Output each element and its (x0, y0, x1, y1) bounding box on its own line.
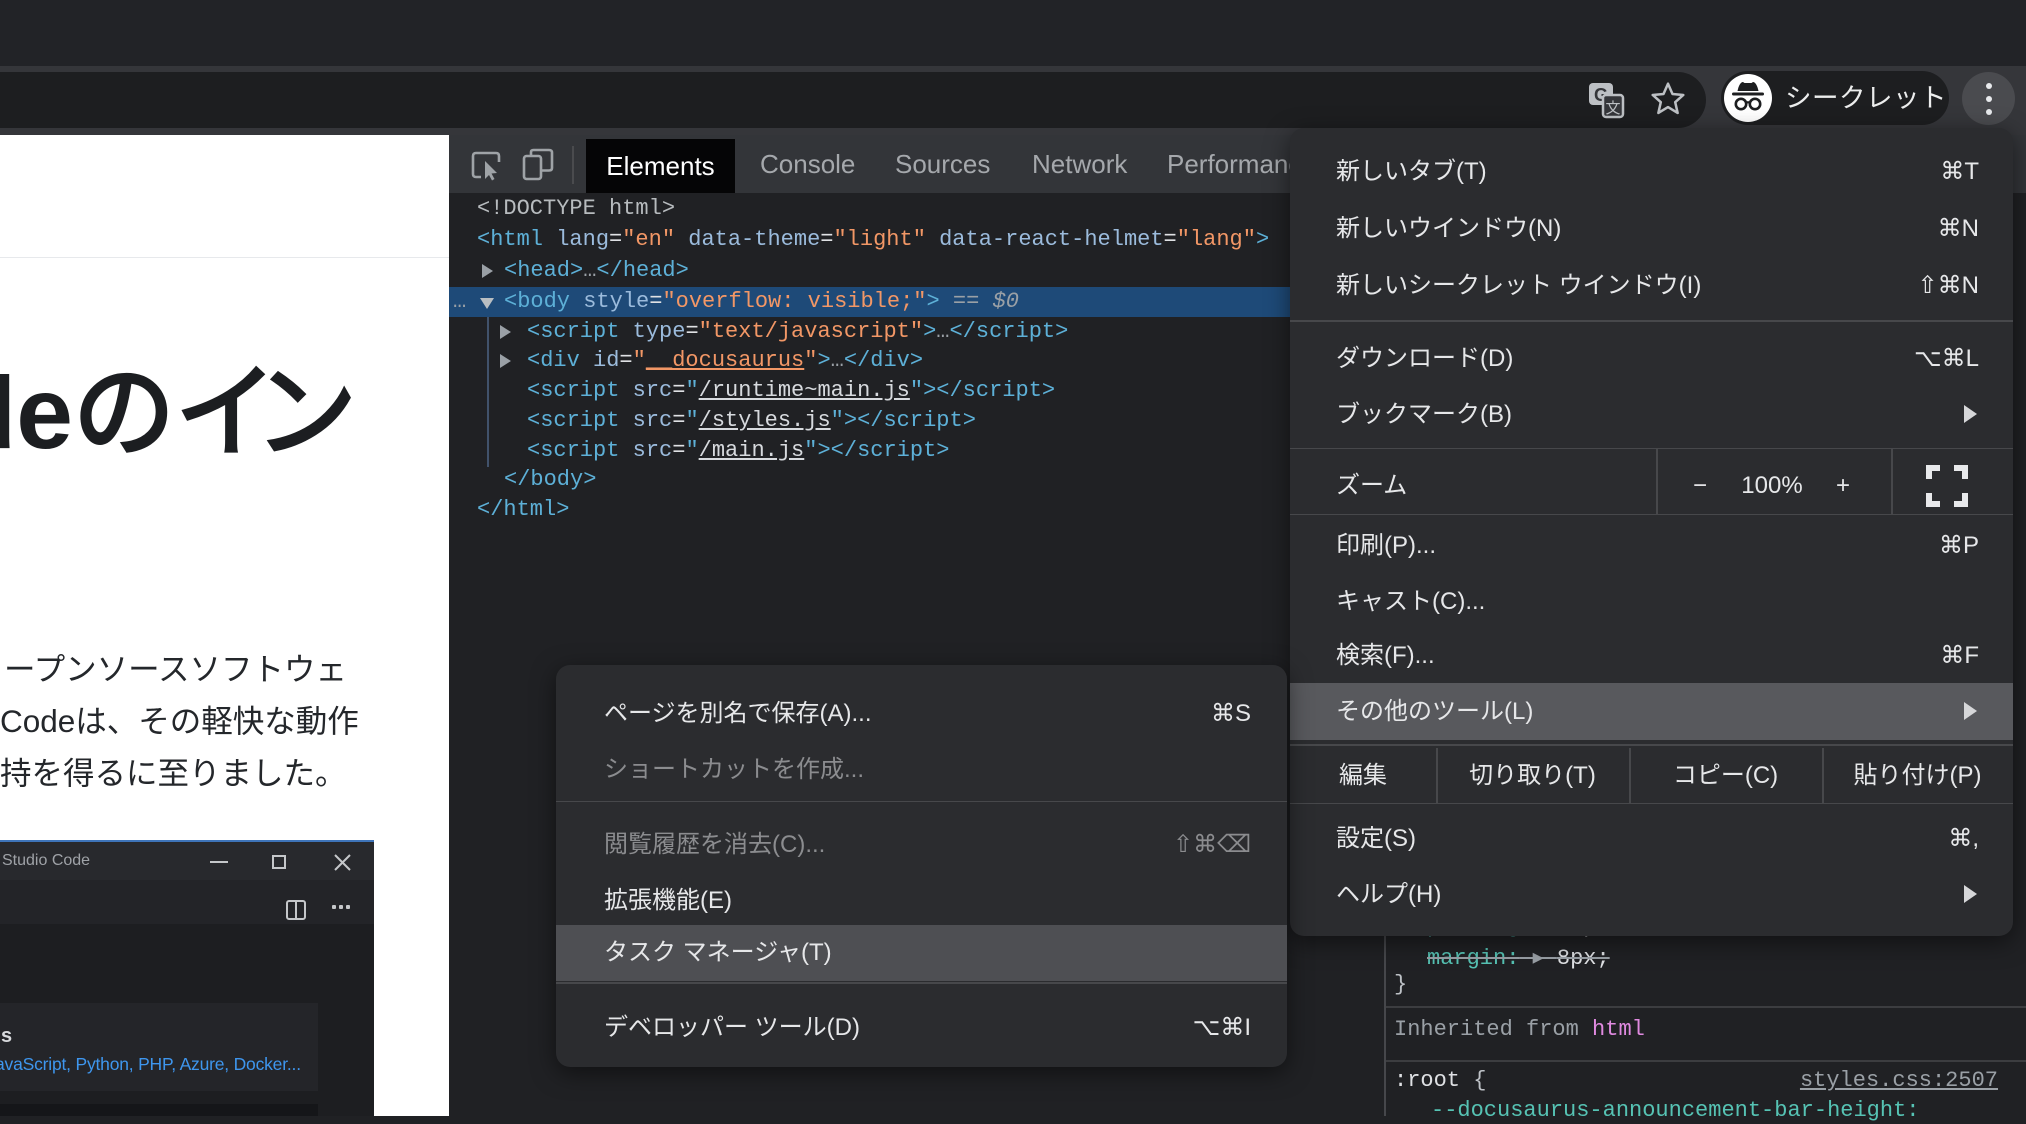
svg-text:文: 文 (1605, 100, 1620, 117)
